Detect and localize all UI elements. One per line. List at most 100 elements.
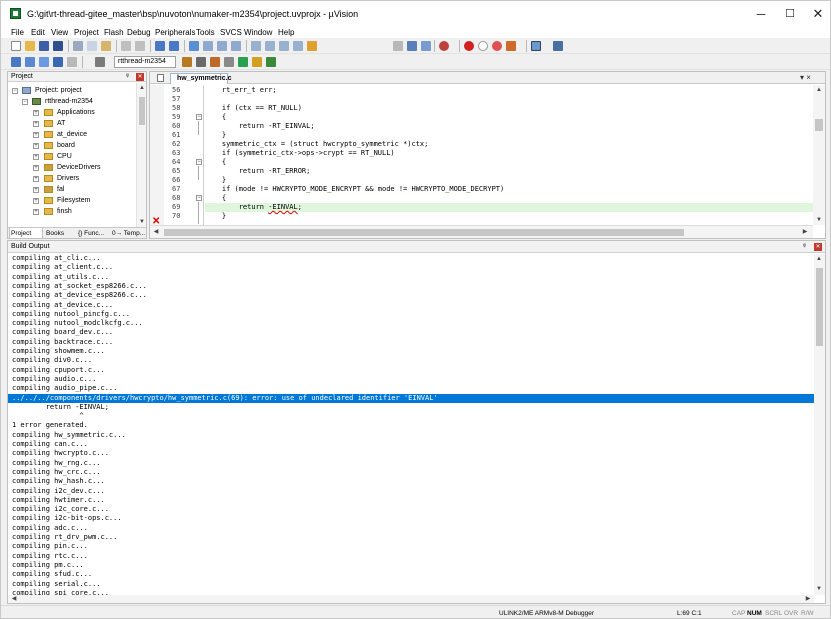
software-packs-icon[interactable] (266, 57, 276, 67)
download-icon[interactable] (53, 57, 63, 67)
expand-icon[interactable]: + (33, 165, 39, 171)
uncomment-icon[interactable] (293, 41, 303, 51)
build-output-line[interactable]: return -EINVAL; (8, 403, 814, 412)
incremental-find-icon[interactable] (421, 41, 431, 51)
build-output-line[interactable]: compiling hw_hash.c... (8, 477, 814, 486)
expand-icon[interactable]: + (33, 198, 39, 204)
scroll-down-icon[interactable]: ▼ (815, 216, 823, 224)
build-output-horizontal-scrollbar[interactable]: ◀ ▶ (8, 595, 814, 603)
menu-window[interactable]: Window (244, 27, 272, 38)
redo-icon[interactable] (135, 41, 145, 51)
stop-build-icon[interactable] (67, 57, 77, 67)
target-settings-icon[interactable] (182, 57, 192, 67)
build-output-line[interactable]: compiling serial.c... (8, 580, 814, 589)
build-output-line[interactable]: compiling i2c_core.c... (8, 505, 814, 514)
tree-item-at-device[interactable]: + at_device (8, 129, 136, 140)
save-all-icon[interactable] (53, 41, 63, 51)
fold-toggle-icon[interactable]: − (196, 114, 202, 120)
build-output-line[interactable]: compiling rt_drv_pwm.c... (8, 533, 814, 542)
scroll-down-icon[interactable]: ▼ (815, 585, 823, 593)
tab-list-icon[interactable]: ▾ × (800, 72, 811, 84)
close-panel-icon[interactable]: ✕ (136, 73, 144, 81)
rebuild-icon[interactable] (39, 57, 49, 67)
menu-peripherals[interactable]: Peripherals (155, 27, 195, 38)
tab-templates[interactable]: 0→ Temp... (111, 228, 145, 239)
pack-installer-icon[interactable] (252, 57, 262, 67)
build-output-line[interactable]: compiling rtc.c... (8, 552, 814, 561)
scroll-right-icon[interactable]: ▶ (801, 228, 809, 236)
build-output-line[interactable]: compiling board_dev.c... (8, 328, 814, 337)
expand-icon[interactable]: + (33, 132, 39, 138)
build-output-line[interactable]: ^ (8, 412, 814, 421)
tab-books[interactable]: Books (45, 228, 75, 239)
copy-icon[interactable] (87, 41, 97, 51)
expand-icon[interactable]: + (33, 209, 39, 215)
config-icon[interactable] (553, 41, 563, 51)
clear-bookmarks-icon[interactable] (231, 41, 241, 51)
build-output-line[interactable]: compiling cpuport.c... (8, 366, 814, 375)
build-output-scrollbar[interactable]: ▲ ▼ (814, 254, 825, 595)
tree-item-at[interactable]: + AT (8, 118, 136, 129)
scroll-up-icon[interactable]: ▲ (815, 255, 823, 263)
build-output-line[interactable]: compiling hwcrypto.c... (8, 449, 814, 458)
manage-components-icon[interactable] (196, 57, 206, 67)
save-icon[interactable] (39, 41, 49, 51)
build-output-line[interactable]: compiling at_cli.c... (8, 254, 814, 263)
build-output-line[interactable]: compiling hw_crc.c... (8, 468, 814, 477)
cut-icon[interactable] (73, 41, 83, 51)
paste-icon[interactable] (101, 41, 111, 51)
breakpoint-kill-icon[interactable] (492, 41, 502, 51)
close-window-button[interactable]: ✕ (800, 1, 830, 27)
window-layout-icon[interactable] (531, 41, 541, 51)
tree-item-fal[interactable]: + fal (8, 184, 136, 195)
undo-icon[interactable] (121, 41, 131, 51)
breakpoint-icon[interactable] (464, 41, 474, 51)
tree-item-board[interactable]: + board (8, 140, 136, 151)
expand-icon[interactable]: + (33, 110, 39, 116)
tree-item-root[interactable]: − Project: project (8, 85, 136, 96)
translate-icon[interactable] (11, 57, 21, 67)
scroll-left-icon[interactable]: ◀ (152, 228, 160, 236)
close-panel-icon[interactable]: ✕ (814, 243, 822, 251)
breakpoint-gutter[interactable]: ✕ (150, 85, 164, 227)
build-output-line[interactable]: compiling showmem.c... (8, 347, 814, 356)
run-time-env-icon[interactable] (238, 57, 248, 67)
menu-svcs[interactable]: SVCS (220, 27, 242, 38)
build-output-line[interactable]: compiling at_device_esp8266.c... (8, 291, 814, 300)
scroll-right-icon[interactable]: ▶ (804, 595, 812, 603)
build-output-text[interactable]: compiling at_cli.c... compiling at_client… (8, 254, 814, 595)
menu-tools[interactable]: Tools (196, 27, 215, 38)
scroll-thumb[interactable] (164, 229, 684, 236)
tree-item-target[interactable]: − rtthread-m2354 (8, 96, 136, 107)
debug-start-icon[interactable] (439, 41, 449, 51)
build-output-line[interactable]: compiling i2c_dev.c... (8, 487, 814, 496)
build-output-line[interactable]: compiling audio_pipe.c... (8, 384, 814, 393)
build-output-line[interactable]: compiling hw_rng.c... (8, 459, 814, 468)
view-icon[interactable] (506, 41, 516, 51)
editor-vertical-scrollbar[interactable]: ▲ ▼ (813, 85, 825, 225)
scroll-down-icon[interactable]: ▼ (138, 218, 146, 226)
menu-project[interactable]: Project (74, 27, 99, 38)
scroll-left-icon[interactable]: ◀ (10, 595, 18, 603)
build-output-line[interactable]: compiling pm.c... (8, 561, 814, 570)
build-output-line[interactable]: compiling audio.c... (8, 375, 814, 384)
tree-item-cpu[interactable]: + CPU (8, 151, 136, 162)
menu-help[interactable]: Help (278, 27, 294, 38)
nav-forward-icon[interactable] (169, 41, 179, 51)
expand-icon[interactable]: + (33, 143, 39, 149)
prev-bookmark-icon[interactable] (203, 41, 213, 51)
tree-item-drivers[interactable]: + Drivers (8, 173, 136, 184)
pin-icon[interactable]: ᵠ (126, 72, 129, 82)
build-output-line[interactable]: compiling backtrace.c... (8, 338, 814, 347)
build-output-line[interactable]: compiling i2c-bit-ops.c... (8, 514, 814, 523)
menu-file[interactable]: File (11, 27, 24, 38)
tree-item-devicedrivers[interactable]: + DeviceDrivers (8, 162, 136, 173)
open-file-icon[interactable] (25, 41, 35, 51)
find-in-files-icon[interactable] (307, 41, 317, 51)
expand-icon[interactable]: + (33, 176, 39, 182)
file-extensions-icon[interactable] (210, 57, 220, 67)
build-output-line[interactable]: compiling at_device.c... (8, 301, 814, 310)
scroll-up-icon[interactable]: ▲ (815, 86, 823, 94)
target-options-icon[interactable] (95, 57, 105, 67)
build-error-line[interactable]: ../../../components/drivers/hwcrypto/hw_… (8, 393, 814, 403)
